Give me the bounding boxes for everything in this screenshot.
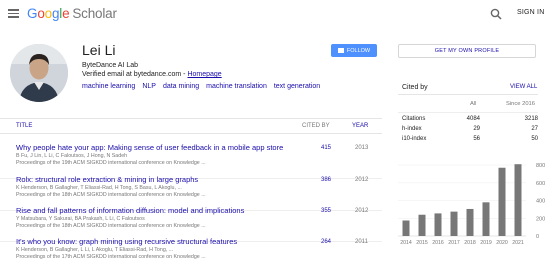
table-row: It's who you know: graph mining using re… — [0, 237, 382, 264]
chart-bar-2020[interactable] — [498, 167, 506, 236]
get-my-own-profile-button[interactable]: GET MY OWN PROFILE — [398, 44, 536, 58]
chart-bar-2016[interactable] — [434, 213, 442, 236]
publication-venue: Proceedings of the 19th ACM SIGKDD inter… — [16, 160, 206, 166]
stat-since: 3218 — [524, 116, 538, 122]
chart-bar-2014[interactable] — [402, 220, 410, 236]
cited-by-heading: Cited by — [402, 84, 428, 91]
x-tick-label: 2019 — [480, 240, 492, 246]
x-tick-label: 2015 — [416, 240, 428, 246]
interest-link[interactable]: data mining — [163, 83, 199, 90]
avatar — [10, 44, 68, 102]
stats-col-since: Since 2016 — [506, 101, 536, 107]
mail-icon — [337, 48, 344, 53]
cited-by-count[interactable]: 355 — [321, 208, 331, 214]
publication-year: 2012 — [355, 177, 369, 183]
chart-bar-2015[interactable] — [418, 214, 426, 236]
interest-link[interactable]: machine learning — [82, 83, 135, 90]
interest-link[interactable]: text generation — [274, 83, 320, 90]
chart-bar-2021[interactable] — [514, 164, 522, 236]
cited-by-count[interactable]: 386 — [321, 177, 331, 183]
publication-authors: B Fu, J Lin, L Li, C Faloutsos, J Hong, … — [16, 153, 128, 159]
publication-title[interactable]: It's who you know: graph mining using re… — [16, 237, 237, 246]
logo-letter: o — [44, 6, 53, 21]
verified-email: Verified email at bytedance.com - Homepa… — [82, 71, 222, 78]
cited-by-count[interactable]: 264 — [321, 239, 331, 245]
publications-header: TITLE CITED BY YEAR — [0, 118, 382, 134]
publication-venue: Proceedings of the 18th ACM SIGKDD inter… — [16, 192, 206, 198]
interest-link[interactable]: NLP — [142, 83, 156, 90]
stat-label: h-index — [402, 126, 422, 132]
sign-in-link[interactable]: SIGN IN — [517, 9, 544, 16]
follow-button[interactable]: FOLLOW — [331, 44, 377, 57]
publication-title[interactable]: Rise and fall patterns of information di… — [16, 206, 244, 215]
sort-by-year[interactable]: YEAR — [352, 123, 368, 129]
menu-icon[interactable] — [8, 9, 19, 18]
publication-year: 2013 — [355, 145, 369, 151]
x-tick-label: 2021 — [512, 240, 524, 246]
stat-all: 4084 — [466, 116, 480, 122]
logo-letter: o — [37, 6, 45, 21]
research-interests: machine learning NLP data mining machine tr… — [82, 83, 327, 90]
stat-since: 50 — [531, 136, 538, 142]
stat-label: Citations — [402, 116, 426, 122]
publication-authors: Y Matsubara, Y Sakurai, BA Prakash, L Li… — [16, 216, 145, 222]
x-tick-label: 2014 — [400, 240, 412, 246]
stat-label: i10-index — [402, 136, 427, 142]
verified-email-text: Verified email at bytedance.com - — [82, 71, 188, 78]
y-tick-label: 400 — [536, 199, 545, 205]
x-tick-label: 2017 — [448, 240, 460, 246]
y-tick-label: 800 — [536, 163, 545, 169]
homepage-link[interactable]: Homepage — [187, 71, 221, 78]
logo-letter: G — [27, 6, 38, 21]
stat-row-citations: Citations 4084 3218 — [402, 116, 538, 126]
citations-chart: 0 200 400 600 800 2014 2015 2016 2017 2018 2019 202… — [398, 163, 545, 246]
affiliation: ByteDance AI Lab — [82, 62, 139, 69]
sort-by-cited[interactable]: CITED BY — [302, 123, 330, 129]
chart-bar-2019[interactable] — [482, 202, 490, 236]
table-row: Why people hate your app: Making sense o… — [0, 143, 382, 179]
publication-authors: K Henderson, B Gallagher, L Li, L Akoglu… — [16, 247, 174, 253]
y-tick-label: 600 — [536, 181, 545, 187]
publication-title[interactable]: Rolx: structural role extraction & minin… — [16, 175, 198, 184]
publication-year: 2012 — [355, 208, 369, 214]
x-tick-label: 2020 — [496, 240, 508, 246]
view-all-link[interactable]: VIEW ALL — [510, 84, 537, 90]
publication-venue: Proceedings of the 17th ACM SIGKDD inter… — [16, 254, 206, 260]
x-tick-label: 2016 — [432, 240, 444, 246]
top-bar: Google Scholar SIGN IN — [0, 0, 548, 28]
logo-letter: e — [62, 6, 70, 21]
chart-bar-2018[interactable] — [466, 208, 474, 236]
profile-name: Lei Li — [82, 42, 116, 58]
publication-venue: Proceedings of the 18th ACM SIGKDD inter… — [16, 223, 206, 229]
sort-by-title[interactable]: TITLE — [16, 123, 32, 129]
stat-since: 27 — [531, 126, 538, 132]
divider — [398, 112, 538, 113]
stat-row-h-index: h-index 29 27 — [402, 126, 538, 136]
follow-label: FOLLOW — [346, 47, 371, 54]
stat-all: 56 — [473, 136, 480, 142]
interest-link[interactable]: machine translation — [206, 83, 267, 90]
logo-suffix: Scholar — [72, 6, 117, 21]
y-tick-label: 0 — [536, 234, 539, 240]
divider — [398, 94, 538, 95]
cited-by-count[interactable]: 415 — [321, 145, 331, 151]
x-tick-label: 2018 — [464, 240, 476, 246]
publication-title[interactable]: Why people hate your app: Making sense o… — [16, 143, 283, 152]
google-scholar-logo[interactable]: Google Scholar — [27, 6, 117, 21]
search-icon[interactable] — [490, 8, 502, 20]
publication-authors: K Henderson, B Gallagher, T Eliassi-Rad,… — [16, 185, 182, 191]
publication-year: 2011 — [355, 239, 368, 245]
stats-col-all: All — [470, 101, 477, 107]
chart-bar-2017[interactable] — [450, 211, 458, 236]
profile-photo — [10, 44, 68, 102]
stat-row-i10-index: i10-index 56 50 — [402, 136, 538, 146]
y-tick-label: 200 — [536, 216, 545, 222]
stat-all: 29 — [473, 126, 480, 132]
